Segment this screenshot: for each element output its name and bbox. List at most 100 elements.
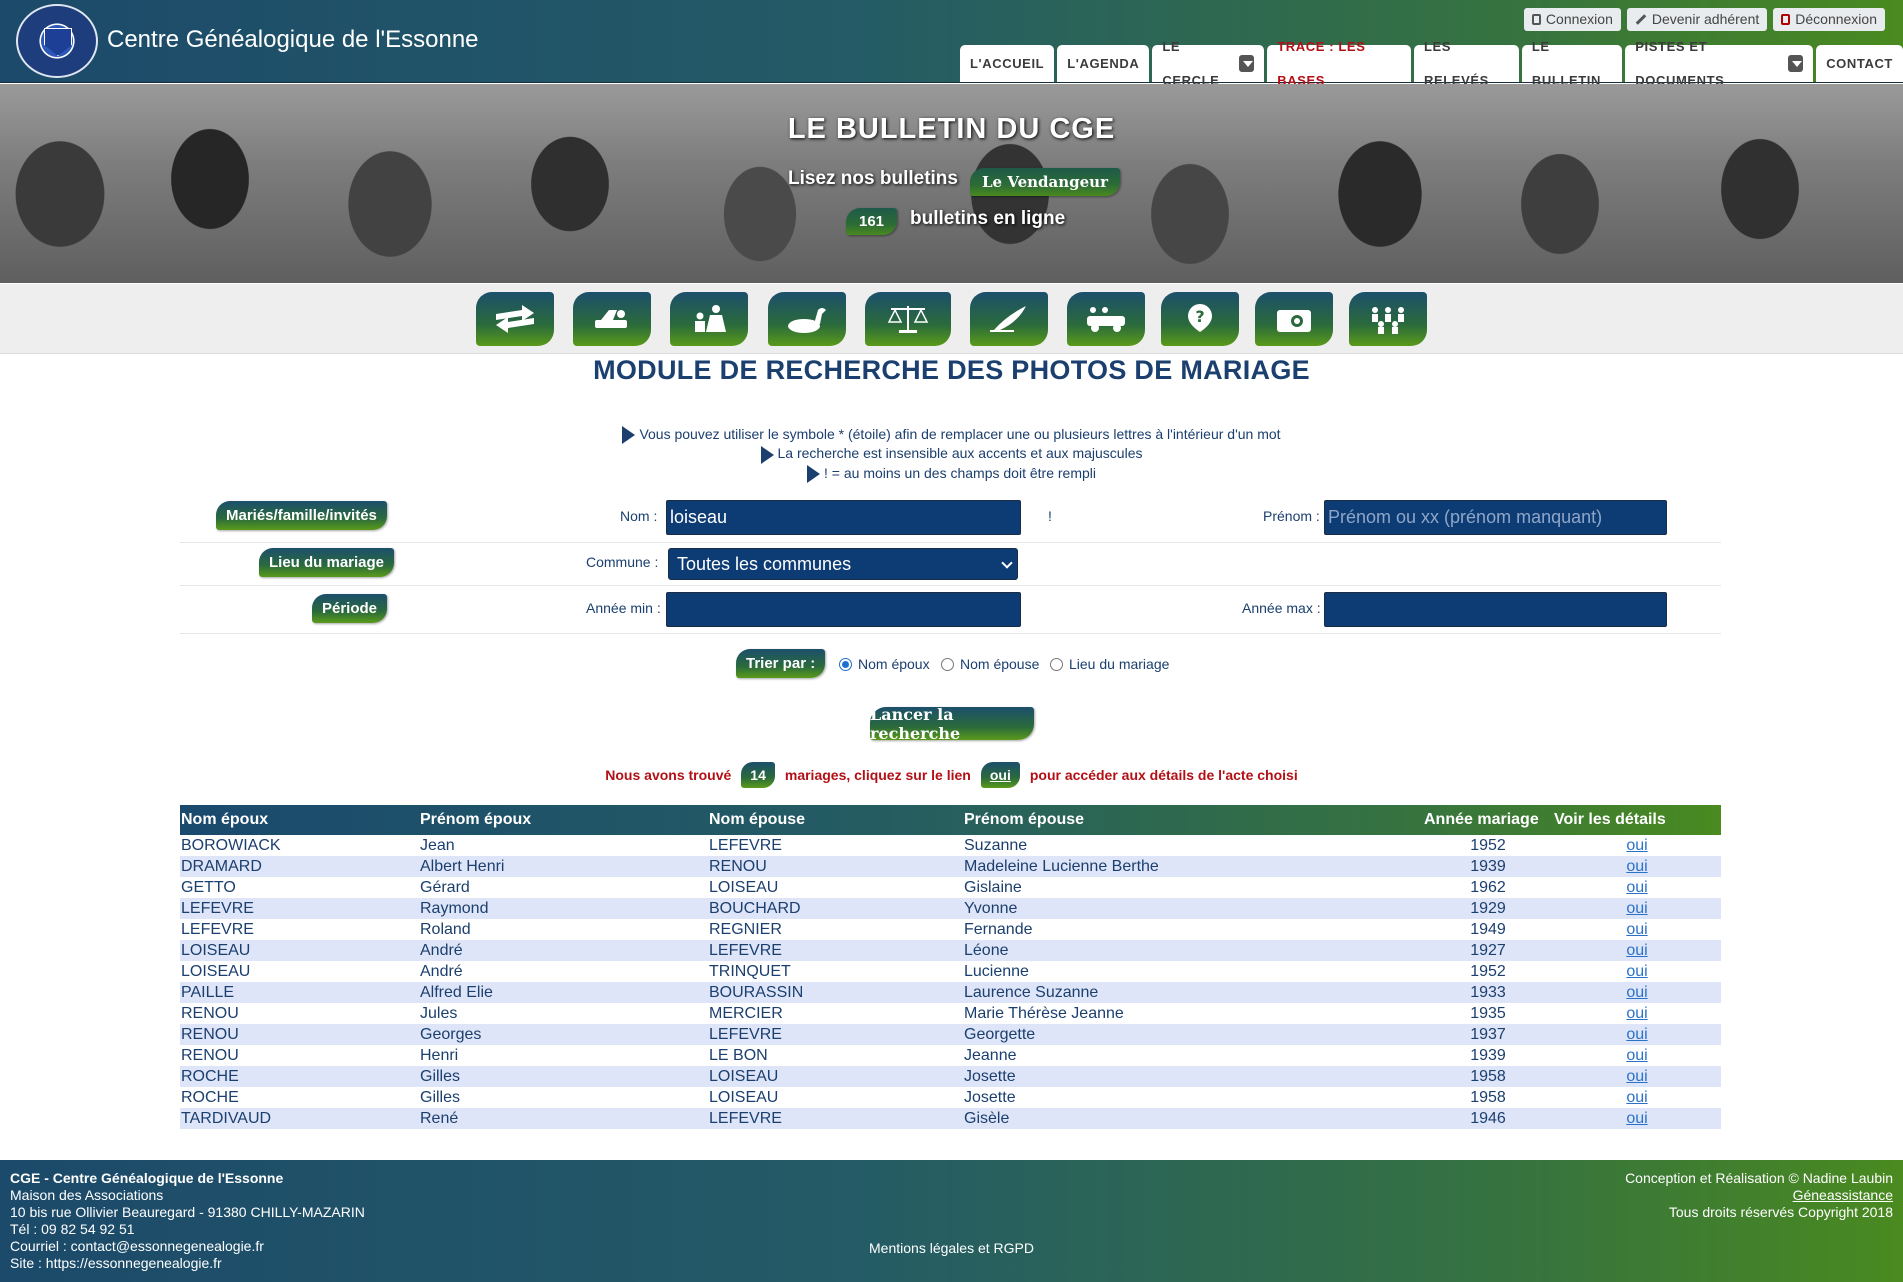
nom-label: Nom : (620, 508, 658, 524)
search-tips: Vous pouvez utiliser le symbole * (étoil… (0, 425, 1903, 483)
group-icon[interactable] (1349, 292, 1427, 346)
login-button[interactable]: Connexion (1523, 8, 1621, 31)
plane-tool-icon[interactable] (573, 292, 651, 346)
cell-nom-epouse: LEFEVRE (709, 1025, 782, 1043)
site-title[interactable]: Centre Généalogique de l'Essonne (107, 26, 479, 54)
cell-annee: 1958 (1470, 1088, 1506, 1106)
form-row-lieu: Lieu du mariage Commune : Toutes les com… (180, 543, 1721, 586)
chevron-down-icon[interactable] (1788, 55, 1804, 72)
cell-nom-epouse: BOURASSIN (709, 983, 804, 1001)
sort-radio-nom-epouse[interactable] (941, 658, 954, 671)
annee-min-input[interactable] (666, 592, 1021, 627)
tip-text: ! = au moins un des champs doit être rem… (824, 464, 1096, 481)
details-link[interactable]: oui (1626, 1068, 1647, 1085)
question-icon[interactable]: ? (1161, 292, 1239, 346)
section-badge-lieu: Lieu du mariage (259, 548, 395, 577)
details-link[interactable]: oui (1626, 858, 1647, 875)
site-footer: CGE - Centre Généalogique de l'Essonne M… (0, 1160, 1903, 1282)
cell-nom-epoux: TARDIVAUD (181, 1109, 272, 1127)
summary-text-after: pour accéder aux détails de l'acte chois… (1029, 767, 1298, 783)
cell-annee: 1939 (1470, 1046, 1506, 1064)
duck-decoy-icon[interactable] (768, 292, 846, 346)
site-header: Centre Généalogique de l'Essonne Connexi… (0, 0, 1903, 88)
annee-max-label: Année max : (1242, 600, 1321, 616)
sort-radio-lieu[interactable] (1050, 658, 1063, 671)
cell-details: oui (1553, 1066, 1721, 1087)
cell-nom-epouse: LOISEAU (709, 878, 779, 896)
footer-legal-link[interactable]: Mentions légales et RGPD (0, 1240, 1903, 1256)
cell-prenom-epouse: Jeanne (964, 1046, 1017, 1064)
chevron-down-icon[interactable] (1239, 55, 1255, 72)
details-link[interactable]: oui (1626, 900, 1647, 917)
cell-prenom-epoux: René (420, 1109, 459, 1127)
cell-prenom-epoux: André (420, 941, 463, 959)
details-link[interactable]: oui (1626, 1110, 1647, 1127)
join-button[interactable]: Devenir adhérent (1626, 8, 1768, 31)
cell-prenom-epoux: Gérard (420, 878, 470, 896)
quill-icon[interactable] (970, 292, 1048, 346)
details-link[interactable]: oui (1626, 1005, 1647, 1022)
prenom-input[interactable] (1324, 500, 1667, 535)
sort-label-lieu[interactable]: Lieu du mariage (1069, 656, 1169, 672)
nav-agenda[interactable]: L'AGENDA (1057, 45, 1150, 82)
table-row: BOROWIACK Jean LEFEVRE Suzanne 1952 oui (180, 835, 1721, 856)
commune-select[interactable]: Toutes les communes (668, 548, 1018, 580)
cell-details: oui (1553, 961, 1721, 982)
scales-icon[interactable] (865, 292, 951, 346)
nav-releves[interactable]: LES RELEVÉS (1414, 39, 1519, 88)
details-link[interactable]: oui (1626, 984, 1647, 1001)
nav-label: L'ACCUEIL (970, 55, 1045, 71)
details-link[interactable]: oui (1626, 1089, 1647, 1106)
nav-accueil[interactable]: L'ACCUEIL (960, 45, 1055, 82)
nav-contact[interactable]: CONTACT (1816, 45, 1903, 82)
lock-red-icon (1781, 13, 1791, 25)
bulletin-name-badge[interactable]: Le Vendangeur (970, 168, 1120, 196)
sort-label-nom-epoux[interactable]: Nom époux (858, 656, 930, 672)
cell-annee: 1937 (1470, 1025, 1506, 1043)
family-icon[interactable] (670, 292, 748, 346)
details-link[interactable]: oui (1626, 921, 1647, 938)
cell-prenom-epouse: Josette (964, 1088, 1016, 1106)
nav-bulletin[interactable]: LE BULLETIN (1521, 39, 1623, 88)
table-row: RENOU Henri LE BON Jeanne 1939 oui (180, 1045, 1721, 1066)
cge-logo[interactable] (16, 4, 98, 78)
details-link[interactable]: oui (1626, 1026, 1647, 1043)
cell-annee: 1946 (1470, 1109, 1506, 1127)
table-row: ROCHE Gilles LOISEAU Josette 1958 oui (180, 1087, 1721, 1108)
details-link[interactable]: oui (1626, 1047, 1647, 1064)
cell-details: oui (1553, 1045, 1721, 1066)
cell-annee: 1952 (1470, 962, 1506, 980)
nav-trace-bases[interactable]: TRACE : LES BASES (1267, 39, 1411, 88)
details-link[interactable]: oui (1626, 942, 1647, 959)
cell-nom-epoux: LOISEAU (181, 941, 251, 959)
camera-icon[interactable] (1255, 292, 1333, 346)
annee-max-input[interactable] (1324, 592, 1667, 627)
cell-nom-epouse: BOUCHARD (709, 899, 801, 917)
cell-prenom-epouse: Marie Thérèse Jeanne (964, 1004, 1124, 1022)
cell-nom-epoux: LEFEVRE (181, 899, 254, 917)
nom-input[interactable] (666, 500, 1021, 535)
nav-cercle[interactable]: LE CERCLE (1152, 39, 1265, 88)
logout-button[interactable]: Déconnexion (1773, 8, 1885, 31)
sort-label-nom-epouse[interactable]: Nom épouse (960, 656, 1039, 672)
table-row: ROCHE Gilles LOISEAU Josette 1958 oui (180, 1066, 1721, 1087)
footer-credit: Conception et Réalisation © Nadine Laubi… (1625, 1170, 1893, 1186)
sort-radio-nom-epoux[interactable] (839, 658, 852, 671)
cell-prenom-epouse: Josette (964, 1067, 1016, 1085)
cell-nom-epouse: TRINQUET (709, 962, 791, 980)
cell-annee: 1935 (1470, 1004, 1506, 1022)
footer-site[interactable]: Site : https://essonnegenealogie.fr (10, 1255, 365, 1272)
footer-credit-link[interactable]: Géneassistance (1625, 1187, 1893, 1204)
cell-prenom-epouse: Georgette (964, 1025, 1036, 1043)
search-button[interactable]: Lancer la recherche (870, 705, 1034, 743)
login-label: Connexion (1545, 11, 1613, 27)
cell-nom-epouse: MERCIER (709, 1004, 783, 1022)
car-wedding-icon[interactable] (1067, 292, 1145, 346)
nav-pistes-documents[interactable]: PISTES ET DOCUMENTS (1625, 39, 1814, 88)
cell-details: oui (1553, 835, 1721, 856)
details-link[interactable]: oui (1626, 879, 1647, 896)
cell-prenom-epoux: Albert Henri (420, 857, 505, 875)
details-link[interactable]: oui (1626, 837, 1647, 854)
details-link[interactable]: oui (1626, 963, 1647, 980)
arrows-icon[interactable] (476, 292, 554, 346)
